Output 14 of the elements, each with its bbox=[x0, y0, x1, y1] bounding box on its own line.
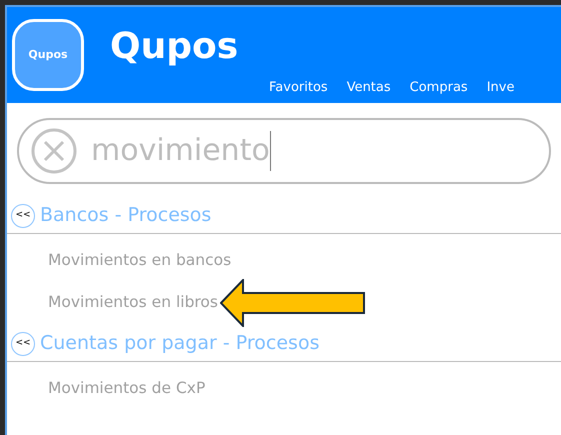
clear-icon[interactable] bbox=[31, 128, 77, 174]
section-title: Bancos - Procesos bbox=[40, 203, 212, 228]
logo-wordmark: Qupos bbox=[110, 29, 238, 65]
collapse-toggle[interactable]: << bbox=[11, 332, 35, 356]
collapse-toggle[interactable]: << bbox=[11, 204, 35, 228]
result-item[interactable]: Movimientos en libros bbox=[48, 291, 218, 315]
section-title: Cuentas por pagar - Procesos bbox=[40, 331, 320, 356]
menu-item[interactable]: Inve bbox=[486, 78, 514, 97]
result-item[interactable]: Movimientos de CxP bbox=[48, 377, 206, 401]
logo-badge: Qupos bbox=[12, 19, 84, 91]
menu-item[interactable]: Favoritos bbox=[269, 78, 328, 97]
menu-item[interactable]: Ventas bbox=[346, 78, 391, 97]
menu-item[interactable]: Compras bbox=[410, 78, 468, 97]
result-item[interactable]: Movimientos en bancos bbox=[48, 249, 232, 273]
